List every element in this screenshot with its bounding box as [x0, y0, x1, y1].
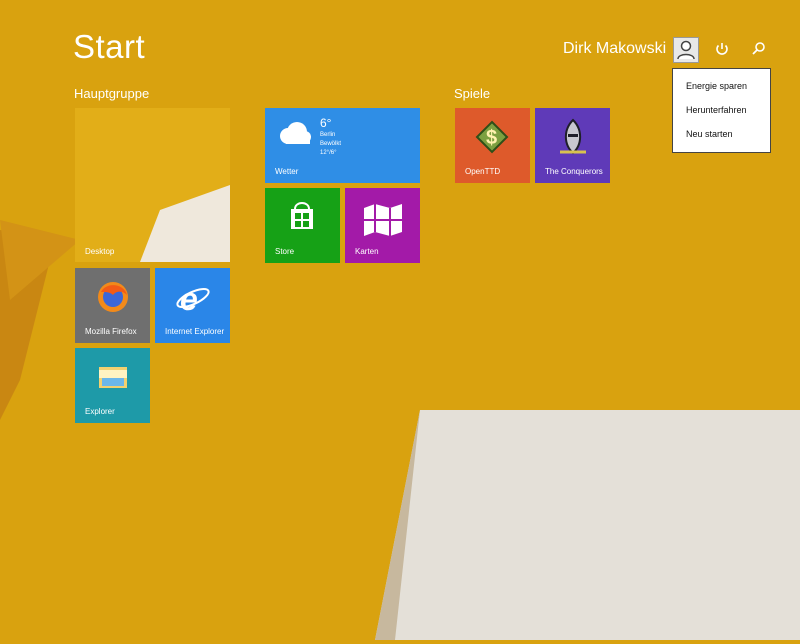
helmet-icon [560, 118, 586, 155]
weather-temperature: 6° [320, 116, 332, 130]
maps-label: Karten [355, 247, 379, 256]
internet-explorer-tile[interactable]: e Internet Explorer [155, 268, 230, 343]
power-menu: Energie sparen Herunterfahren Neu starte… [672, 68, 771, 153]
power-icon[interactable] [713, 40, 731, 58]
desktop-label: Desktop [85, 247, 115, 256]
folder-icon [99, 367, 127, 388]
search-icon[interactable] [749, 40, 767, 58]
store-label: Store [275, 247, 295, 256]
sleep-menu-item[interactable]: Energie sparen [686, 81, 747, 91]
dollar-icon: $ [475, 120, 509, 154]
desktop-tile[interactable]: Desktop [75, 108, 230, 263]
weather-range: 12°/6° [320, 150, 337, 156]
firefox-tile[interactable]: Mozilla Firefox [75, 268, 150, 343]
shutdown-menu-item[interactable]: Herunterfahren [686, 105, 747, 115]
svg-text:e: e [180, 281, 198, 316]
internet-explorer-icon: e [176, 281, 210, 316]
store-icon [291, 202, 313, 229]
openttd-tile[interactable]: $ OpenTTD [455, 108, 530, 183]
store-tile[interactable]: Store [265, 188, 340, 263]
weather-condition: Bewölkt [320, 141, 342, 147]
weather-label: Wetter [275, 167, 299, 176]
the-conquerors-tile[interactable]: The Conquerors [535, 108, 610, 183]
group-title-main: Hauptgruppe [74, 86, 150, 101]
user-name[interactable]: Dirk Makowski [563, 40, 666, 58]
firefox-label: Mozilla Firefox [85, 327, 137, 336]
weather-tile[interactable]: 6° Berlin Bewölkt 12°/6° Wetter [265, 108, 420, 183]
start-title: Start [73, 28, 146, 65]
weather-city: Berlin [320, 132, 336, 138]
maps-tile[interactable]: Karten [345, 188, 420, 263]
explorer-tile[interactable]: Explorer [75, 348, 150, 423]
internet-explorer-label: Internet Explorer [165, 327, 225, 336]
openttd-label: OpenTTD [465, 167, 501, 176]
the-conquerors-label: The Conquerors [545, 167, 603, 176]
group-title-games: Spiele [454, 86, 491, 101]
restart-menu-item[interactable]: Neu starten [686, 129, 733, 139]
cloud-icon [280, 122, 311, 144]
maps-icon [364, 204, 402, 236]
explorer-label: Explorer [85, 407, 115, 416]
firefox-icon [98, 282, 128, 312]
user-avatar[interactable] [673, 37, 699, 63]
svg-text:$: $ [486, 127, 497, 149]
